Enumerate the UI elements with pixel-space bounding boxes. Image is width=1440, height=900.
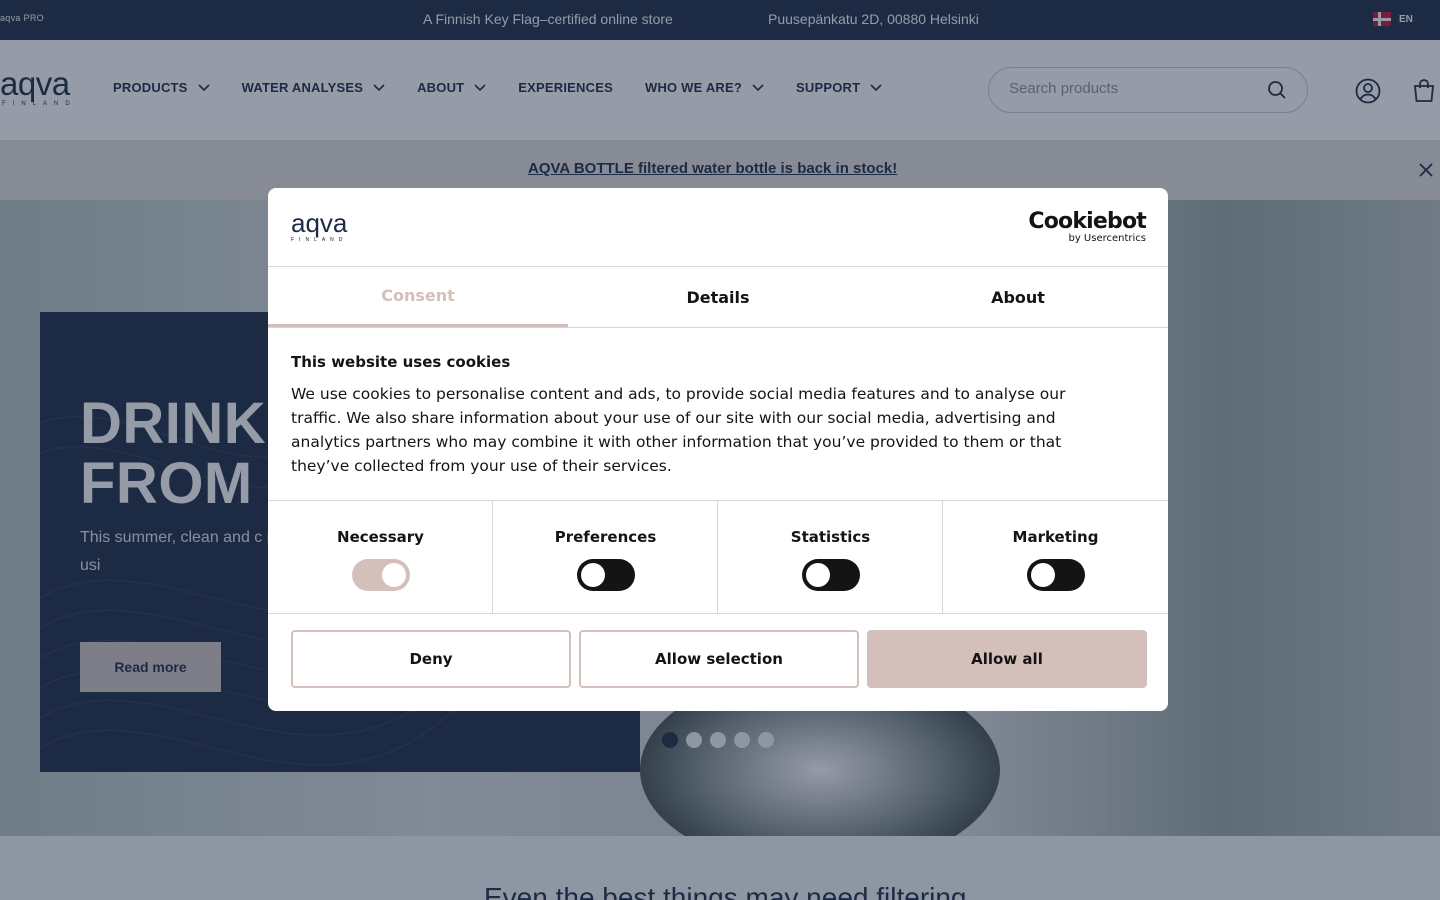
toggle-knob bbox=[806, 563, 830, 587]
category-necessary: Necessary bbox=[268, 501, 493, 614]
cookie-consent-dialog: aqva FINLAND Cookiebot by Usercentrics C… bbox=[268, 188, 1168, 711]
preferences-toggle[interactable] bbox=[577, 559, 635, 591]
necessary-toggle[interactable] bbox=[352, 559, 410, 591]
toggle-knob bbox=[382, 563, 406, 587]
category-label: Statistics bbox=[790, 528, 871, 546]
allow-all-button[interactable]: Allow all bbox=[867, 630, 1147, 688]
dialog-tabs: Consent Details About bbox=[268, 267, 1168, 328]
category-label: Marketing bbox=[1012, 528, 1099, 546]
cookie-description: We use cookies to personalise content an… bbox=[291, 385, 1066, 475]
tab-details[interactable]: Details bbox=[568, 267, 868, 327]
dialog-header: aqva FINLAND Cookiebot by Usercentrics bbox=[268, 188, 1168, 267]
marketing-toggle[interactable] bbox=[1027, 559, 1085, 591]
logo-subtitle: FINLAND bbox=[291, 237, 348, 243]
category-marketing: Marketing bbox=[943, 501, 1168, 614]
toggle-knob bbox=[581, 563, 605, 587]
cookie-title: This website uses cookies bbox=[291, 353, 511, 371]
category-statistics: Statistics bbox=[718, 501, 943, 614]
category-preferences: Preferences bbox=[493, 501, 718, 614]
cookiebot-logo[interactable]: Cookiebot by Usercentrics bbox=[1028, 209, 1146, 245]
tab-about[interactable]: About bbox=[868, 267, 1168, 327]
category-label: Necessary bbox=[337, 528, 424, 546]
cookiebot-subtitle: by Usercentrics bbox=[1068, 233, 1146, 244]
deny-button[interactable]: Deny bbox=[291, 630, 571, 688]
dialog-logo: aqva FINLAND bbox=[291, 208, 348, 243]
cookie-categories: Necessary Preferences Statistics Marketi… bbox=[268, 500, 1168, 614]
tab-consent[interactable]: Consent bbox=[268, 267, 568, 327]
category-label: Preferences bbox=[554, 528, 657, 546]
statistics-toggle[interactable] bbox=[802, 559, 860, 591]
cookiebot-name: Cookiebot bbox=[1028, 209, 1146, 234]
toggle-knob bbox=[1031, 563, 1055, 587]
logo-wordmark: aqva bbox=[291, 208, 348, 238]
allow-selection-button[interactable]: Allow selection bbox=[579, 630, 859, 688]
dialog-buttons: Deny Allow selection Allow all bbox=[291, 630, 1147, 688]
